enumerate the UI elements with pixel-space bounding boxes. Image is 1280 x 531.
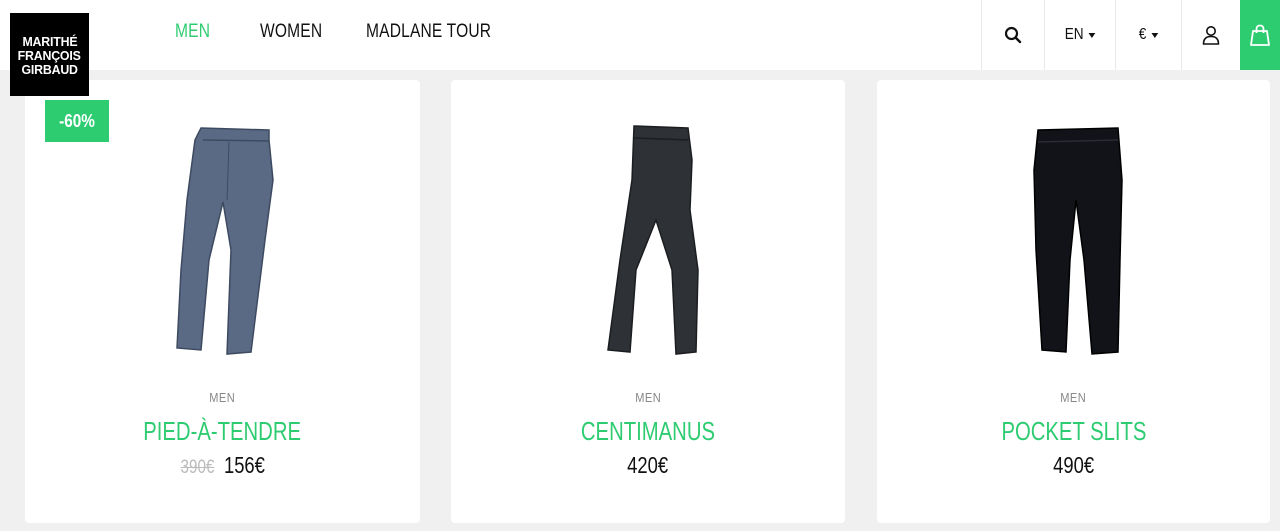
current-price: 420€ — [627, 452, 669, 478]
currency-value: € — [1138, 26, 1147, 43]
user-icon — [1202, 26, 1220, 45]
logo-line: FRANÇOIS — [18, 47, 81, 63]
current-price: 156€ — [223, 452, 265, 478]
header-tools: EN € — [981, 0, 1280, 70]
product-card[interactable]: MEN PIED-À-TENDRE 390€ 156€ — [25, 80, 420, 523]
product-price: 420€ — [451, 452, 845, 479]
chevron-down-icon — [1088, 32, 1096, 38]
bag-icon — [1250, 24, 1270, 46]
account-button[interactable] — [1181, 0, 1240, 70]
current-price: 490€ — [1053, 452, 1094, 478]
old-price: 390€ — [180, 457, 215, 478]
product-card[interactable]: MEN POCKET SLITS 490€ — [877, 80, 1270, 523]
nav-item-women[interactable]: WOMEN — [260, 21, 322, 43]
discount-badge-label: -60% — [59, 110, 95, 131]
product-price: 390€ 156€ — [25, 452, 420, 479]
brand-logo[interactable]: MARITHÉ FRANÇOIS GIRBAUD — [10, 13, 89, 96]
product-category: MEN — [1060, 390, 1087, 405]
currency-selector[interactable]: € — [1115, 0, 1181, 70]
site-header: MEN WOMEN MADLANE TOUR EN € — [0, 0, 1280, 70]
language-selector[interactable]: EN — [1044, 0, 1115, 70]
product-price: 490€ — [877, 452, 1270, 479]
logo-line: GIRBAUD — [21, 61, 78, 77]
product-image — [607, 125, 699, 355]
product-image — [1032, 127, 1123, 355]
logo-line: MARITHÉ — [22, 33, 77, 49]
product-name[interactable]: POCKET SLITS — [877, 416, 1270, 447]
discount-badge: -60% — [45, 100, 109, 142]
product-category: MEN — [209, 390, 236, 405]
language-value: EN — [1064, 26, 1084, 43]
product-name[interactable]: PIED-À-TENDRE — [25, 416, 420, 447]
product-category: MEN — [635, 390, 661, 405]
cart-button[interactable] — [1240, 0, 1280, 70]
product-card[interactable]: MEN CENTIMANUS 420€ — [451, 80, 845, 523]
product-name[interactable]: CENTIMANUS — [451, 416, 845, 447]
nav-item-madlane-tour[interactable]: MADLANE TOUR — [366, 21, 491, 43]
nav-item-men[interactable]: MEN — [175, 21, 210, 43]
search-button[interactable] — [981, 0, 1044, 70]
chevron-down-icon — [1151, 32, 1159, 38]
product-image — [175, 127, 274, 355]
search-icon — [1004, 26, 1022, 44]
